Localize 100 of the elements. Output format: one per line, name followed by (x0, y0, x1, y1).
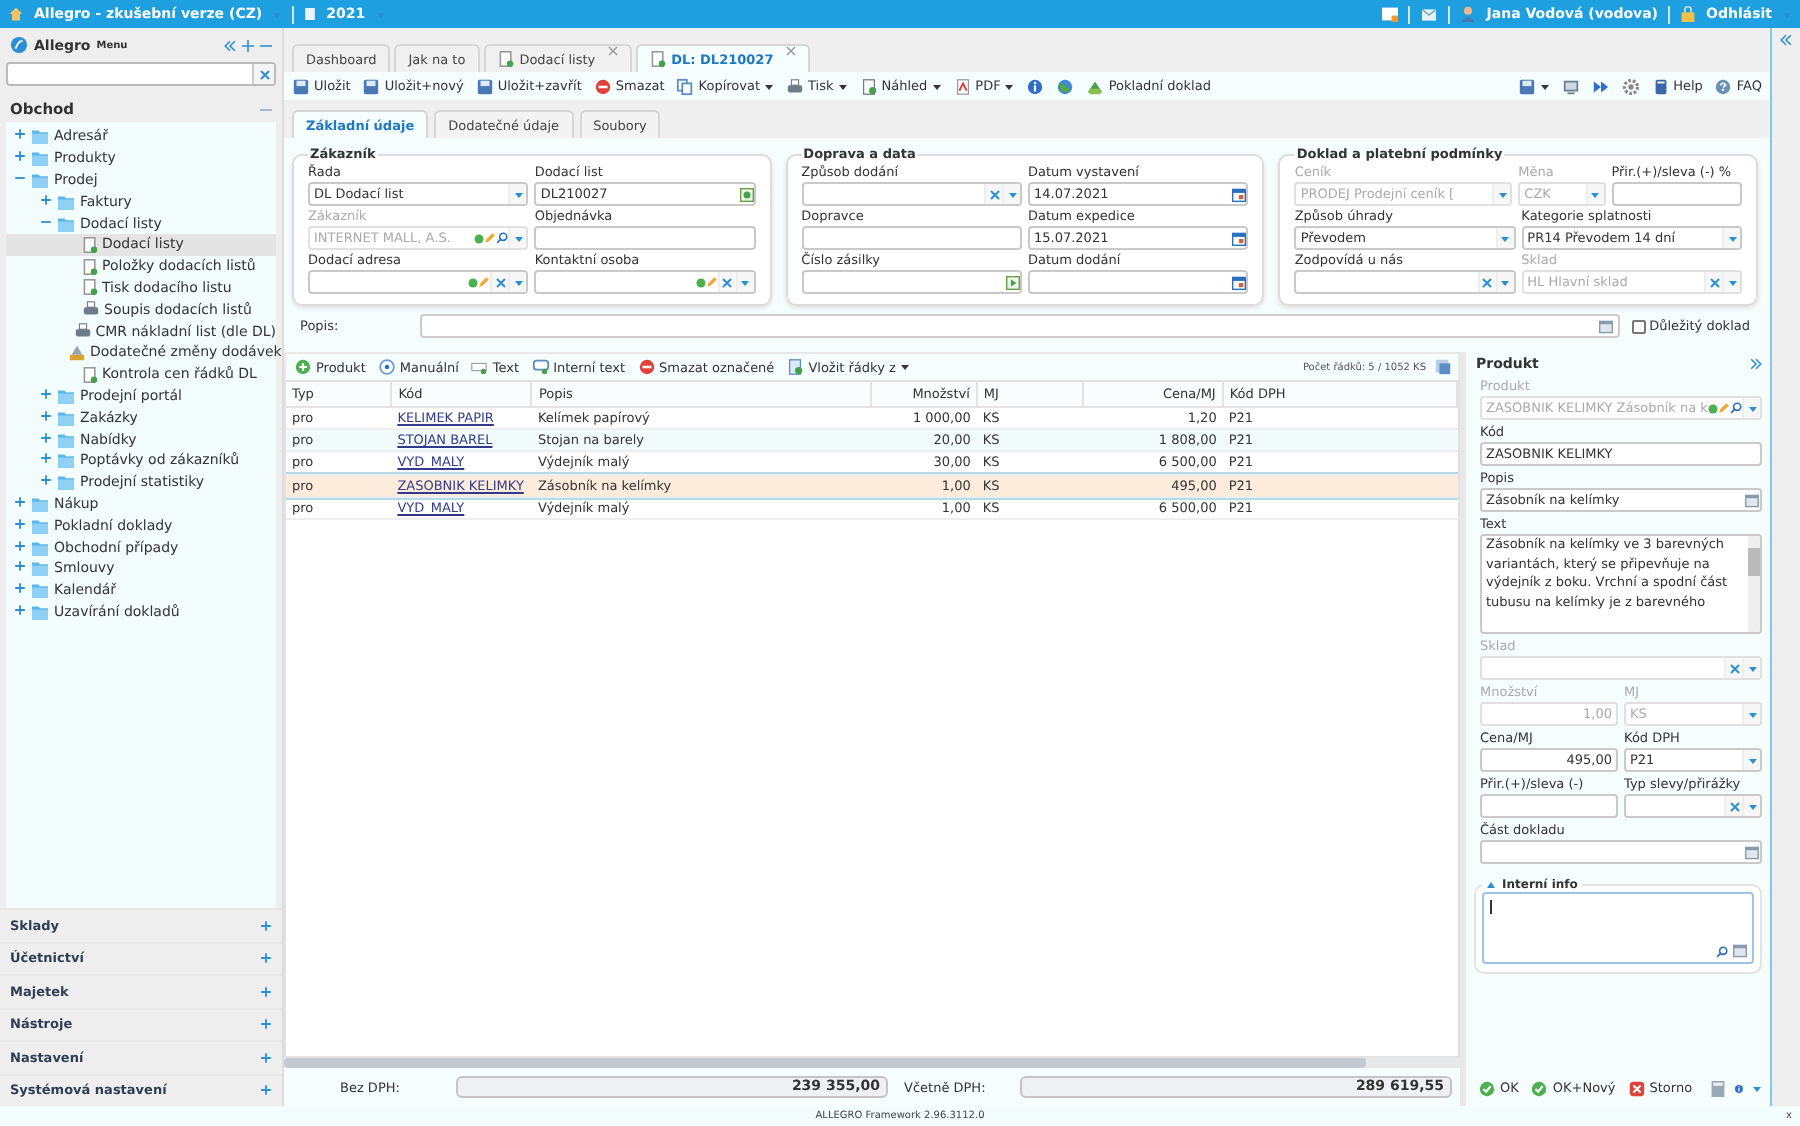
monitor-icon (1561, 77, 1580, 95)
input-field[interactable] (1480, 840, 1762, 864)
mail-icon[interactable] (1420, 7, 1439, 21)
folder-icon (56, 452, 76, 469)
input-field[interactable] (534, 270, 756, 294)
expand-icon[interactable] (39, 387, 51, 400)
cancel-icon (1627, 1079, 1646, 1097)
input-field[interactable] (534, 226, 756, 250)
expand-icon[interactable] (13, 495, 25, 508)
dropdown-button[interactable] (508, 272, 527, 292)
dropdown-arrow-icon[interactable] (1752, 1083, 1762, 1093)
expand-icon[interactable] (260, 985, 272, 998)
memo-icon[interactable] (1732, 944, 1748, 958)
dropdown-arrow-icon (513, 233, 524, 243)
expand-icon[interactable] (13, 560, 25, 573)
search-icon[interactable] (1716, 946, 1728, 958)
search-field[interactable] (6, 62, 276, 86)
floppy-icon (292, 77, 310, 95)
clear-icon[interactable] (495, 277, 506, 287)
folder-icon (30, 495, 50, 512)
pencil-icon[interactable] (478, 276, 491, 288)
dropdown-arrow-icon (1007, 189, 1017, 199)
help-icon (1714, 77, 1733, 95)
expand-icon[interactable] (13, 582, 25, 595)
input-field[interactable] (1028, 270, 1249, 294)
toolbar-button[interactable] (1024, 74, 1047, 98)
scrollbar[interactable] (1748, 536, 1760, 632)
folder-icon (56, 431, 76, 448)
toolbar-button[interactable] (1515, 74, 1552, 98)
input-field[interactable] (308, 270, 529, 294)
input-field[interactable] (420, 314, 1620, 338)
clear-icon[interactable] (722, 277, 733, 287)
clear-icon[interactable] (259, 69, 269, 79)
collapse-icon[interactable] (224, 39, 236, 51)
expand-icon[interactable] (39, 474, 51, 487)
expand-icon[interactable] (13, 539, 25, 552)
input-field[interactable] (801, 182, 1022, 206)
clear-icon[interactable] (989, 189, 999, 199)
toolbar-button[interactable] (1054, 74, 1077, 98)
info-icon (1026, 77, 1045, 95)
add-icon[interactable] (695, 277, 706, 287)
delete-icon (593, 77, 612, 95)
memo-icon[interactable] (1744, 845, 1760, 859)
input-field[interactable] (801, 270, 1022, 294)
expand-icon[interactable] (39, 193, 51, 206)
expand-panel-icon[interactable] (1750, 358, 1762, 370)
pencil-icon[interactable] (705, 276, 718, 288)
info-icon[interactable] (1734, 1079, 1744, 1097)
expand-icon[interactable] (13, 517, 25, 530)
expand-icon[interactable] (39, 452, 51, 465)
expand-icon[interactable] (260, 1051, 272, 1064)
collapse-icon[interactable] (39, 215, 51, 228)
collapse-icon[interactable] (13, 171, 25, 184)
expand-icon[interactable] (260, 1018, 272, 1031)
columns-icon[interactable] (1434, 358, 1452, 376)
add-icon[interactable] (468, 277, 479, 287)
expand-icon[interactable] (260, 952, 272, 965)
dropdown-arrow-icon (1727, 233, 1738, 243)
dropdown-button[interactable] (508, 184, 527, 204)
input-field[interactable] (1624, 794, 1762, 818)
expand-icon[interactable] (13, 128, 25, 141)
wrench-icon (68, 343, 86, 362)
dropdown-arrow-icon (740, 277, 751, 287)
book-icon (1651, 77, 1670, 95)
close-icon[interactable] (785, 46, 796, 56)
play-icon[interactable] (1006, 275, 1020, 289)
printer-icon (82, 300, 100, 319)
expand-icon[interactable] (260, 919, 272, 932)
generate-icon[interactable] (739, 187, 754, 201)
floppy-icon (362, 77, 381, 95)
dropdown-button[interactable] (1495, 228, 1514, 248)
input-field[interactable] (1480, 794, 1618, 818)
memo-icon[interactable] (1744, 493, 1760, 507)
expand-icon[interactable] (13, 603, 25, 616)
expand-all-icon[interactable] (242, 39, 254, 51)
input-field[interactable] (1294, 270, 1516, 294)
memo-icon[interactable] (1597, 319, 1614, 333)
collapse-icon[interactable] (260, 103, 272, 115)
toolbar-button[interactable] (1619, 74, 1642, 98)
clear-icon[interactable] (1729, 801, 1739, 811)
dropdown-button[interactable] (1722, 228, 1741, 248)
input-field[interactable] (1611, 182, 1743, 206)
collapse-icon[interactable] (1780, 34, 1792, 46)
expand-icon[interactable] (39, 431, 51, 444)
close-icon[interactable] (607, 46, 618, 56)
collapse-all-icon[interactable] (260, 39, 272, 51)
input-field[interactable] (801, 226, 1022, 250)
expand-icon[interactable] (13, 150, 25, 163)
dropdown-arrow-icon (513, 189, 524, 199)
window-icon[interactable] (1382, 6, 1399, 22)
expand-icon[interactable] (260, 1084, 272, 1097)
dropdown-button[interactable] (1742, 796, 1760, 816)
dropdown-button[interactable] (1742, 750, 1760, 770)
calculator-icon[interactable] (1710, 1079, 1727, 1097)
collapse-arrow-icon (1486, 880, 1496, 890)
clear-icon[interactable] (1482, 277, 1493, 287)
dropdown-button[interactable] (1002, 184, 1020, 204)
scrollbar[interactable] (284, 1058, 1460, 1068)
expand-icon[interactable] (39, 409, 51, 422)
clear-button[interactable] (252, 64, 274, 84)
